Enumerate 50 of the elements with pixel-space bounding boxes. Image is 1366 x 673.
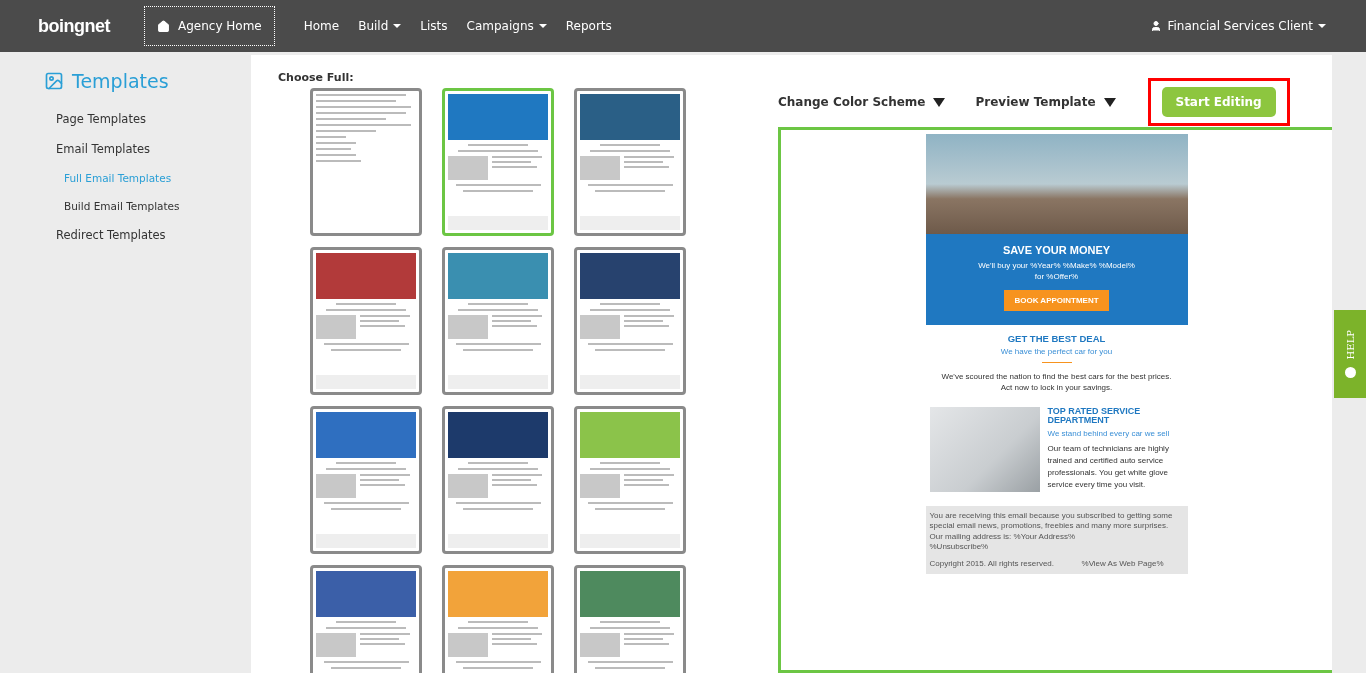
- sidebar-item[interactable]: Redirect Templates: [56, 228, 250, 242]
- user-icon: [1150, 20, 1163, 32]
- dropdown-menu[interactable]: Preview Template: [975, 95, 1116, 109]
- template-thumbnail[interactable]: [574, 88, 686, 236]
- help-icon: [1344, 367, 1356, 379]
- image-icon: [44, 71, 64, 91]
- web-page-link[interactable]: %View As Web Page%: [1081, 558, 1164, 569]
- deal-subtitle: We have the perfect car for you: [999, 346, 1114, 358]
- deal-title: GET THE BEST DEAL: [1006, 333, 1107, 345]
- sidebar-item[interactable]: Email Templates: [56, 142, 250, 156]
- caret-icon: [538, 24, 547, 28]
- service-title: TOP RATED SERVICE DEPARTMENT: [1047, 406, 1142, 425]
- caret-icon: [1318, 24, 1326, 28]
- user-menu[interactable]: Financial Services Client: [1150, 19, 1326, 33]
- sidebar-title: Templates: [72, 70, 169, 92]
- sidebar-item[interactable]: Page Templates: [56, 112, 250, 126]
- template-thumbnail[interactable]: [442, 406, 554, 554]
- template-thumbnail[interactable]: [442, 88, 554, 236]
- hero-title: SAVE YOUR MONEY: [1001, 244, 1112, 256]
- nav-link[interactable]: Home: [303, 19, 340, 33]
- hero-text: We'll buy your %Year% %Make% %Model% for %Offer%: [977, 260, 1136, 283]
- template-thumbnail[interactable]: [310, 406, 422, 554]
- footer-text: You are receiving this email because you subscribed to getting some special email news, promotions, freebies and many more surprises.: [929, 510, 1174, 532]
- service-text: Our team of technicians are highly trained and certified auto service professionals. You get white glove service every time you visit.: [1047, 443, 1170, 492]
- nav-link[interactable]: Build: [358, 19, 402, 33]
- sidebar-subitem[interactable]: Build Email Templates: [64, 200, 250, 212]
- gallery-heading: Choose Full:: [278, 71, 355, 84]
- template-thumbnail[interactable]: [310, 565, 422, 673]
- copyright-text: Copyright 2015. All rights reserved.: [929, 558, 1054, 569]
- template-thumbnail[interactable]: [574, 565, 686, 673]
- dropdown-menu[interactable]: Change Color Scheme: [778, 95, 946, 109]
- template-thumbnail[interactable]: [574, 406, 686, 554]
- template-thumbnail[interactable]: [442, 565, 554, 673]
- caret-icon: [393, 24, 402, 28]
- footer-text: %Unsubscribe%: [929, 542, 990, 553]
- footer-text: Our mailing address is: %Your Address%: [929, 531, 1077, 543]
- template-thumbnail[interactable]: [310, 247, 422, 395]
- service-subtitle: We stand behind every car we sell: [1047, 427, 1171, 440]
- boingnet-logo[interactable]: boingnet: [38, 15, 110, 37]
- nav-link[interactable]: Reports: [565, 19, 612, 33]
- template-thumbnail[interactable]: [310, 88, 422, 236]
- triangle-down-icon: [933, 97, 946, 107]
- nav-link[interactable]: Lists: [420, 19, 448, 33]
- triangle-down-icon: [1103, 97, 1116, 107]
- template-thumbnail[interactable]: [442, 247, 554, 395]
- template-thumbnail[interactable]: [574, 247, 686, 395]
- home-icon: [157, 19, 170, 33]
- nav-link[interactable]: Campaigns: [466, 19, 547, 33]
- agency-home-button[interactable]: Agency Home: [144, 6, 275, 46]
- deal-text: We've scoured the nation to find the best cars for the best prices. Act now to lock in your savings.: [940, 370, 1173, 393]
